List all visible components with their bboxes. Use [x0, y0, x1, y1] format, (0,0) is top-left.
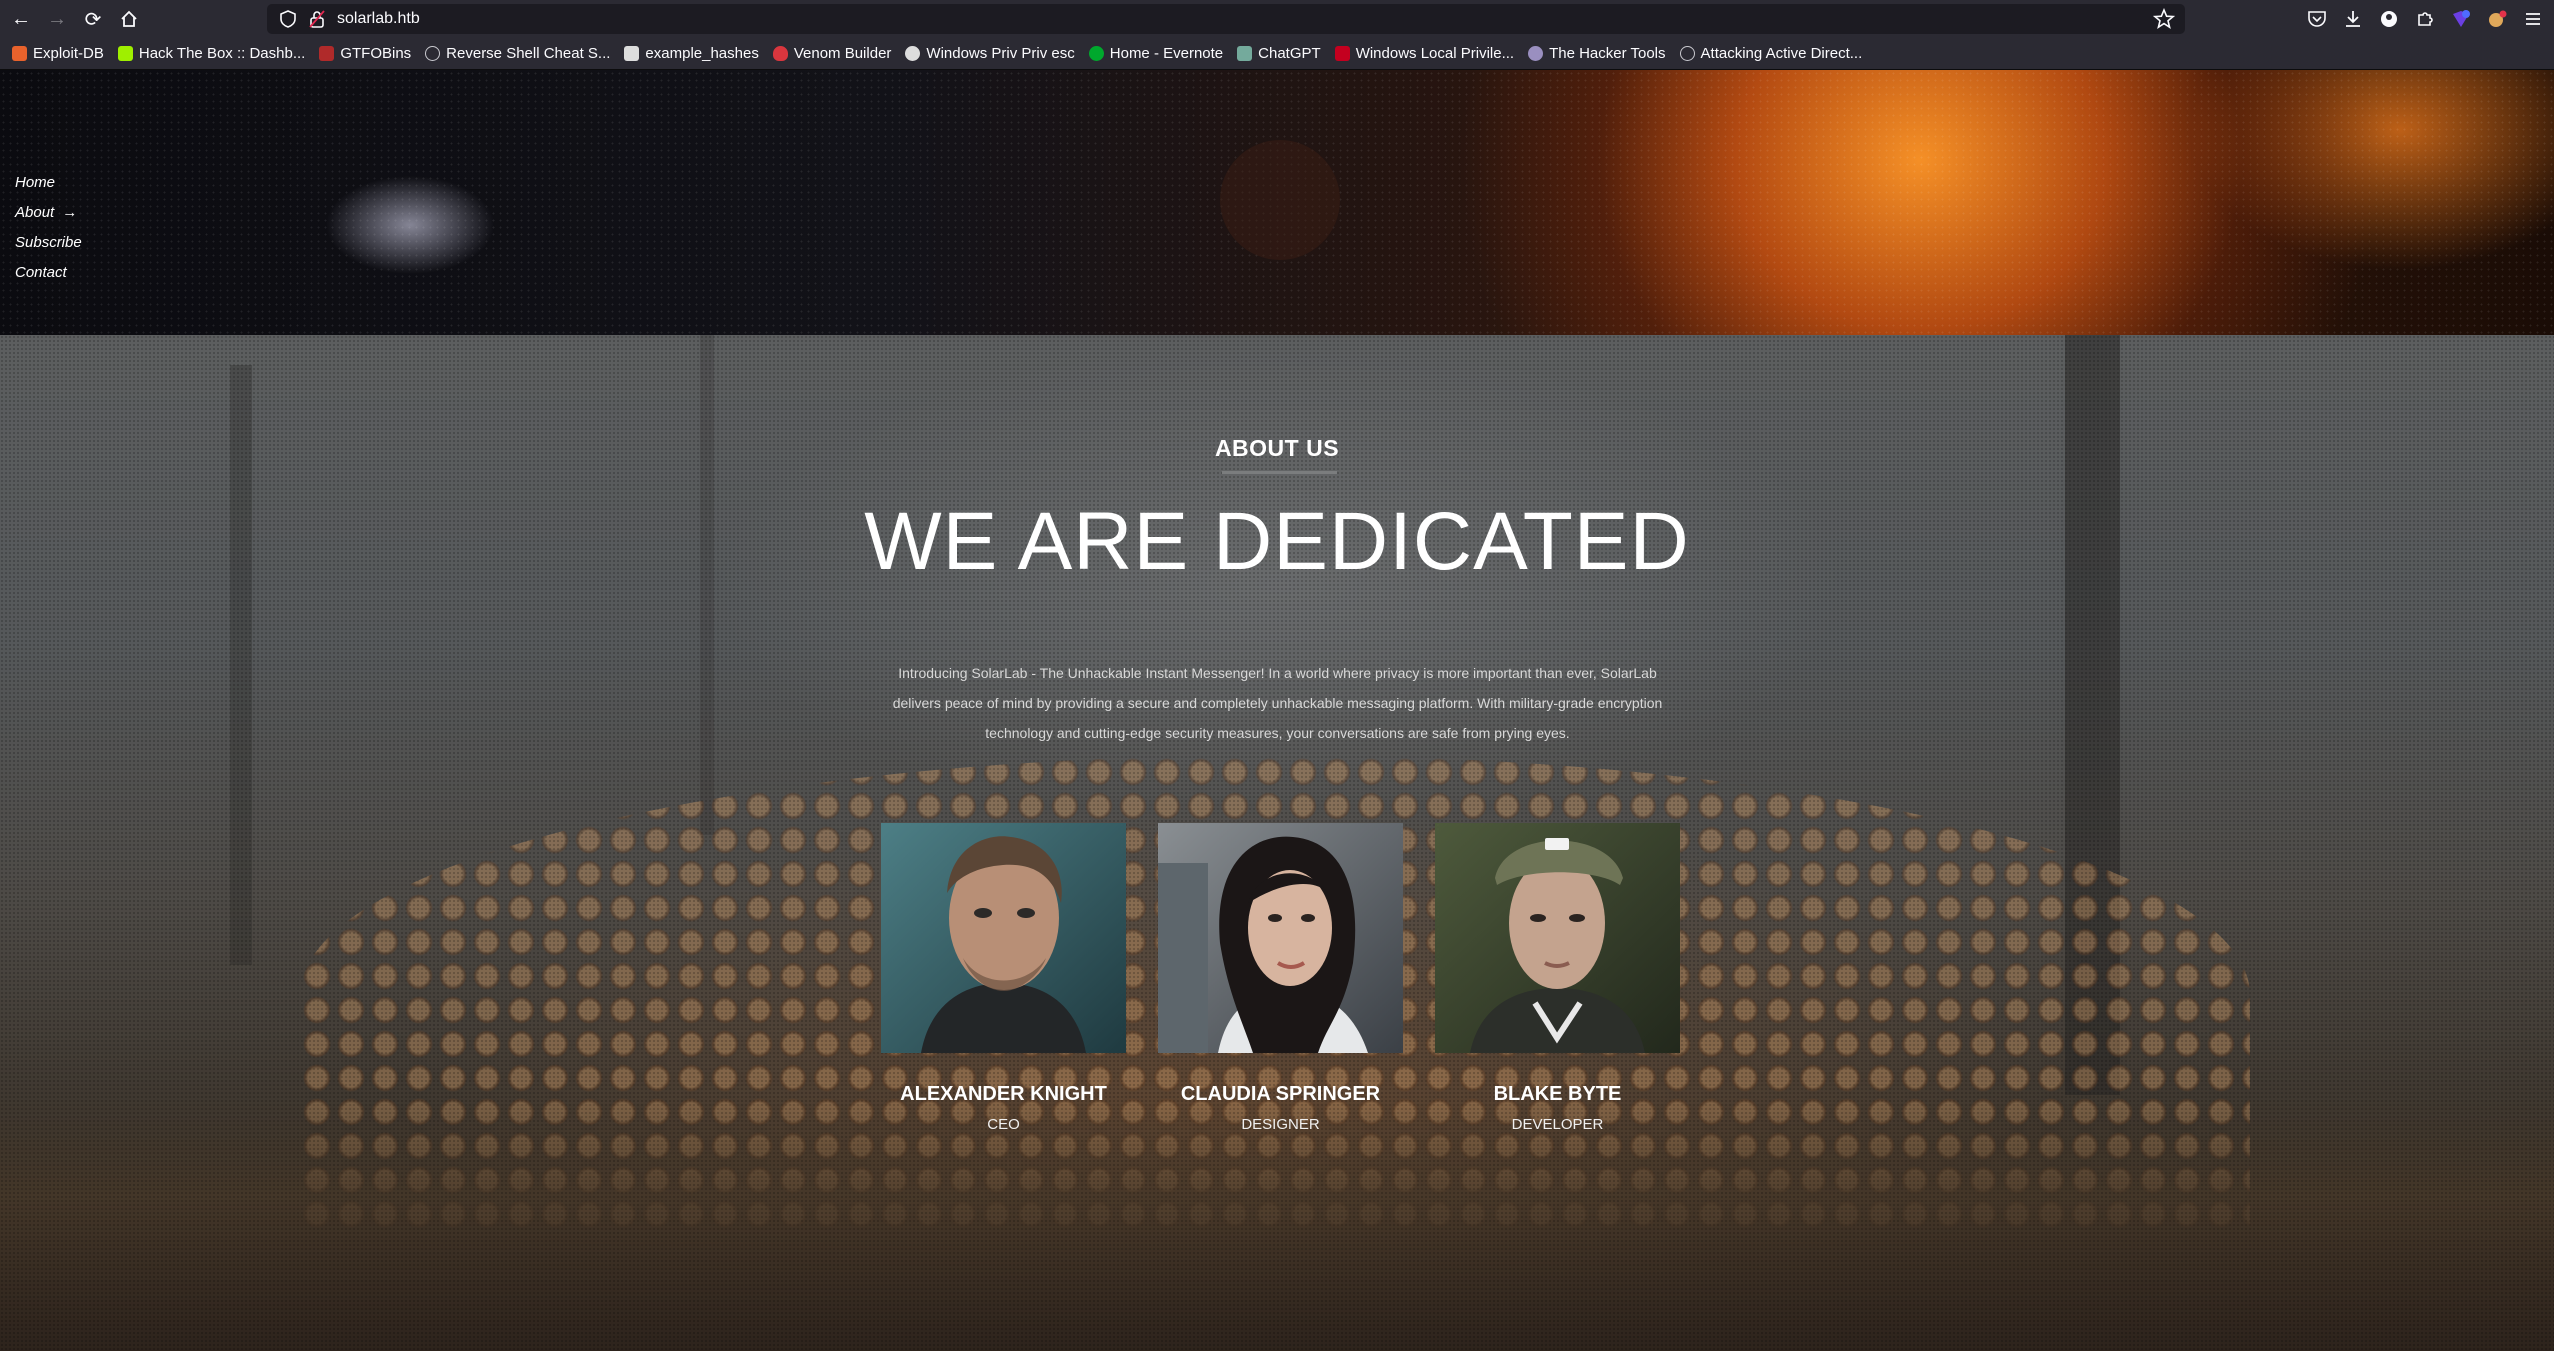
- menu-icon[interactable]: [2520, 4, 2546, 34]
- evernote-icon: [1088, 46, 1104, 61]
- extension-cookie-icon[interactable]: [2484, 4, 2510, 34]
- team-list: ALEXANDER KNIGHT CEO CLAUDIA SPRINGER DE…: [881, 823, 1680, 1133]
- bookmark-example-hashes[interactable]: example_hashes: [624, 45, 759, 62]
- member-name: BLAKE BYTE: [1493, 1083, 1622, 1105]
- bookmark-windows-priv-esc[interactable]: Windows Priv Priv esc: [905, 45, 1075, 62]
- forward-arrow-icon[interactable]: →: [42, 4, 72, 34]
- section-divider: [1222, 471, 1337, 474]
- home-icon[interactable]: [114, 4, 144, 34]
- bookmark-gtfobins[interactable]: GTFOBins: [319, 45, 411, 62]
- globe-icon: [425, 46, 441, 61]
- team-member: ALEXANDER KNIGHT CEO: [881, 823, 1126, 1133]
- venom-builder-icon: [772, 46, 788, 61]
- bookmark-star-icon[interactable]: [2153, 8, 2175, 30]
- chatgpt-icon: [1237, 46, 1253, 61]
- download-icon[interactable]: [2340, 4, 2366, 34]
- bookmark-reverse-shell[interactable]: Reverse Shell Cheat S...: [425, 45, 610, 62]
- github-icon: [905, 46, 921, 61]
- hacker-tools-icon: [1528, 46, 1544, 61]
- nav-home-link[interactable]: Home: [15, 175, 82, 191]
- member-photo: [881, 823, 1126, 1053]
- hero-header: Home About → Subscribe Contact: [0, 70, 2554, 335]
- bookmark-evernote[interactable]: Home - Evernote: [1088, 45, 1223, 62]
- bookmark-chatgpt[interactable]: ChatGPT: [1237, 45, 1321, 62]
- nav-contact-link[interactable]: Contact: [15, 265, 82, 281]
- windows-local-privilege-icon: [1334, 46, 1350, 61]
- page-headline: WE ARE DEDICATED: [864, 496, 1690, 587]
- bookmark-exploit-db[interactable]: Exploit-DB: [12, 45, 104, 62]
- site-nav: Home About → Subscribe Contact: [15, 175, 82, 295]
- member-name: ALEXANDER KNIGHT: [900, 1083, 1107, 1105]
- bookmark-hack-the-box[interactable]: Hack The Box :: Dashb...: [117, 45, 305, 62]
- member-photo: [1158, 823, 1403, 1053]
- pocket-icon[interactable]: [2304, 4, 2330, 34]
- nav-about-link[interactable]: About →: [15, 205, 82, 221]
- bookmark-venom-builder[interactable]: Venom Builder: [772, 45, 891, 62]
- intro-paragraph: Introducing SolarLab - The Unhackable In…: [892, 665, 1663, 741]
- member-role: DESIGNER: [1241, 1116, 1320, 1133]
- web-page: Home About → Subscribe Contact ABOUT US W…: [0, 70, 2554, 1351]
- member-photo: [1435, 823, 1680, 1053]
- globe-icon: [1679, 46, 1695, 61]
- about-section: ABOUT US WE ARE DEDICATED Introducing So…: [0, 335, 2554, 1351]
- reload-icon[interactable]: ⟳: [78, 4, 108, 34]
- shield-icon[interactable]: [279, 10, 297, 28]
- url-bar[interactable]: solarlab.htb: [267, 4, 2185, 34]
- planet-decoration: [1220, 140, 1340, 260]
- section-label: ABOUT US: [1214, 435, 1340, 461]
- member-role: CEO: [987, 1116, 1020, 1133]
- example-hashes-icon: [624, 46, 640, 61]
- hack-the-box-icon: [117, 46, 133, 61]
- member-name: CLAUDIA SPRINGER: [1180, 1083, 1381, 1105]
- nav-about-label: About: [15, 204, 55, 221]
- arrow-right-icon: →: [62, 204, 78, 221]
- bookmarks-bar: Exploit-DB Hack The Box :: Dashb... GTFO…: [0, 38, 2554, 70]
- team-member: CLAUDIA SPRINGER DESIGNER: [1158, 823, 1403, 1133]
- team-member: BLAKE BYTE DEVELOPER: [1435, 823, 1680, 1133]
- back-arrow-icon[interactable]: ←: [6, 4, 36, 34]
- url-text[interactable]: solarlab.htb: [337, 10, 420, 28]
- bookmark-windows-local-privilege[interactable]: Windows Local Privile...: [1334, 45, 1514, 62]
- lock-icon[interactable]: [309, 10, 325, 28]
- bookmark-hacker-tools[interactable]: The Hacker Tools: [1528, 45, 1666, 62]
- gtfobins-icon: [319, 46, 335, 61]
- extensions-icon[interactable]: [2412, 4, 2438, 34]
- exploit-db-icon: [12, 46, 27, 61]
- account-icon[interactable]: [2376, 4, 2402, 34]
- nav-subscribe-link[interactable]: Subscribe: [15, 235, 82, 251]
- member-role: DEVELOPER: [1511, 1116, 1604, 1133]
- extension-purple-icon[interactable]: [2448, 4, 2474, 34]
- browser-toolbar: ← → ⟳ solarlab.htb: [0, 0, 2554, 38]
- bookmark-attacking-ad[interactable]: Attacking Active Direct...: [1679, 45, 1862, 62]
